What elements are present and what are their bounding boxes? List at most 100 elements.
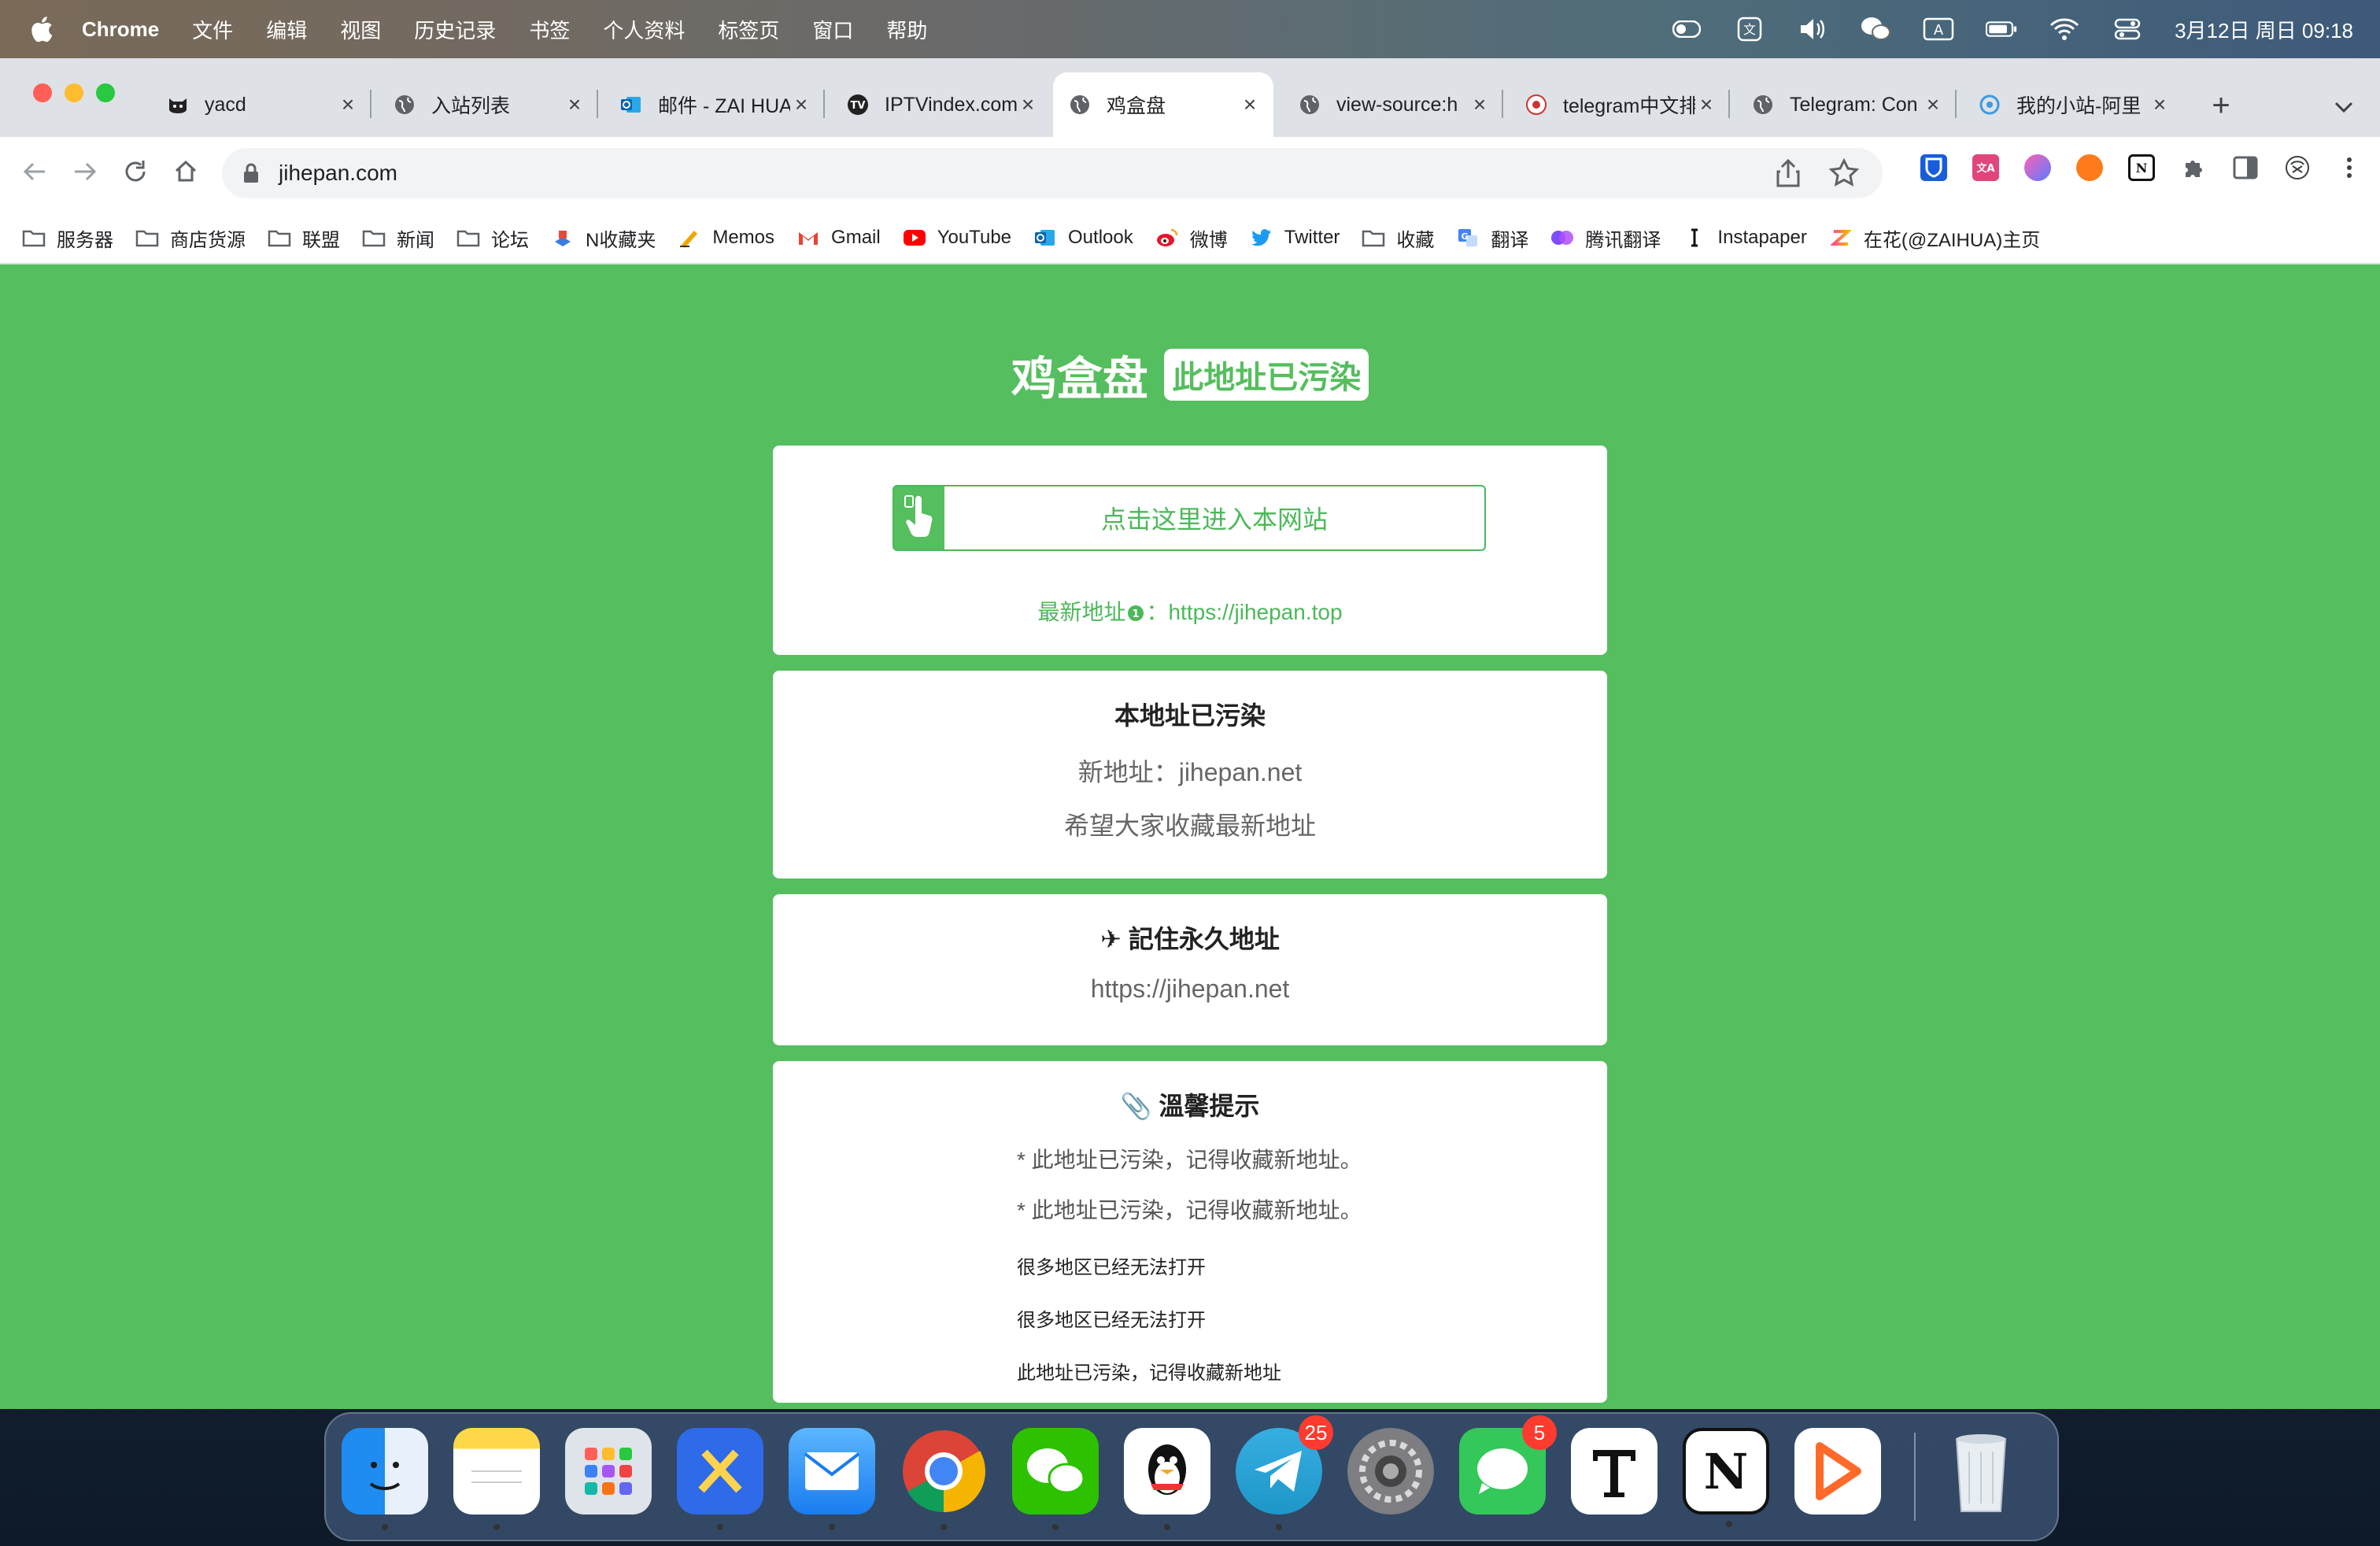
bookmark-star-icon[interactable]	[1829, 157, 1859, 189]
zoom-window-button[interactable]	[96, 83, 115, 102]
toggle-icon[interactable]	[1671, 16, 1702, 43]
side-panel-icon[interactable]	[2232, 154, 2259, 181]
wifi-icon[interactable]	[2049, 16, 2080, 43]
bookmark-zaihua-home[interactable]: 在花(@ZAIHUA)主页	[1829, 224, 2040, 252]
wechat-status-icon[interactable]	[1860, 16, 1891, 43]
tab-title: yacd	[205, 93, 246, 116]
tab-close-icon[interactable]: ×	[1469, 94, 1491, 116]
brain-extension-icon[interactable]	[2024, 154, 2051, 181]
menu-view[interactable]: 视图	[340, 15, 381, 44]
pointer-hand-icon	[894, 486, 944, 549]
bookmark-outlook[interactable]: Outlook	[1033, 227, 1133, 249]
notion-icon[interactable]: N	[1683, 1428, 1769, 1527]
tab-yacd[interactable]: yacd ×	[151, 72, 371, 137]
tab-close-icon[interactable]: ×	[790, 94, 812, 116]
system-settings-icon[interactable]	[1347, 1428, 1434, 1515]
bookmark-n-favorites[interactable]: N收藏夹	[551, 224, 656, 252]
menubar-clock[interactable]: 3月12日 周日 09:18	[2175, 15, 2353, 44]
home-button[interactable]	[168, 154, 203, 189]
tab-view-source[interactable]: view-source:h ×	[1283, 72, 1503, 137]
bookmark-folder-servers[interactable]: 服务器	[22, 224, 113, 252]
wechat-icon[interactable]	[1012, 1428, 1099, 1530]
menu-app-chrome[interactable]: Chrome	[82, 17, 159, 42]
bookmark-label: 微博	[1189, 229, 1228, 251]
tab-inbound-list[interactable]: 入站列表 ×	[378, 72, 598, 137]
permanent-address-url[interactable]: https://jihepan.net	[773, 975, 1607, 1004]
forward-button[interactable]	[68, 154, 102, 189]
tab-close-icon[interactable]: ×	[337, 94, 359, 116]
xcode-tools-icon[interactable]	[677, 1428, 763, 1530]
finder-icon[interactable]	[342, 1428, 428, 1530]
tab-search-chevron-icon[interactable]	[2330, 93, 2358, 121]
menu-history[interactable]: 历史记录	[414, 15, 496, 44]
enter-site-button[interactable]: 点击这里进入本网站	[893, 485, 1486, 551]
bookmark-instapaper[interactable]: Instapaper	[1683, 227, 1807, 249]
tab-my-site[interactable]: 我的小站-阿里 ×	[1963, 72, 2183, 137]
menu-file[interactable]: 文件	[192, 15, 233, 44]
bitwarden-icon[interactable]	[1920, 154, 1947, 181]
translate-extension-icon[interactable]: 文A	[1972, 154, 1999, 181]
battery-icon[interactable]	[1986, 16, 2017, 43]
messages-icon[interactable]: 5	[1459, 1415, 1557, 1515]
tab-iptvindex[interactable]: TV IPTVindex.com ×	[831, 72, 1051, 137]
chrome-menu-icon[interactable]	[2336, 154, 2363, 181]
mail-icon[interactable]	[789, 1428, 875, 1530]
menu-tabs[interactable]: 标签页	[718, 15, 779, 44]
address-bar[interactable]: jihepan.com	[222, 148, 1883, 198]
tab-close-icon[interactable]: ×	[1922, 94, 1944, 116]
control-center-icon[interactable]	[2112, 16, 2143, 43]
tab-separator	[597, 90, 598, 118]
infuse-player-icon[interactable]	[1794, 1428, 1881, 1515]
trash-icon[interactable]	[1938, 1428, 2024, 1515]
bookmark-folder-store[interactable]: 商店货源	[135, 224, 246, 252]
bookmark-folder-news[interactable]: 新闻	[362, 224, 434, 252]
bookmark-translate[interactable]: G 翻译	[1456, 224, 1528, 252]
bookmark-youtube[interactable]: YouTube	[903, 227, 1011, 249]
new-tab-button[interactable]: +	[2204, 88, 2238, 123]
share-icon[interactable]	[1774, 157, 1802, 189]
tab-close-icon[interactable]: ×	[1695, 94, 1717, 116]
bookmark-folder-forum[interactable]: 论坛	[456, 224, 529, 252]
tab-telegram-cn[interactable]: telegram中文排 ×	[1510, 72, 1730, 137]
chrome-icon[interactable]	[900, 1428, 987, 1530]
tab-close-icon[interactable]: ×	[2149, 94, 2171, 116]
menu-window[interactable]: 窗口	[812, 15, 853, 44]
url-text[interactable]: jihepan.com	[279, 161, 397, 186]
input-method-icon[interactable]: A	[1923, 16, 1954, 43]
telegram-icon[interactable]: 25	[1236, 1415, 1333, 1530]
reload-button[interactable]	[118, 154, 153, 189]
fruit-extension-icon[interactable]	[2076, 154, 2103, 181]
bookmark-tencent-translate[interactable]: 腾讯翻译	[1550, 224, 1661, 252]
close-window-button[interactable]	[33, 83, 52, 102]
profile-avatar-icon[interactable]	[2284, 154, 2311, 181]
bookmark-gmail[interactable]: Gmail	[796, 227, 881, 249]
bookmark-memos[interactable]: Memos	[678, 227, 774, 249]
bookmark-twitter[interactable]: Twitter	[1250, 227, 1340, 249]
tab-jihepan-active[interactable]: 鸡盒盘 ×	[1053, 72, 1273, 137]
typora-icon[interactable]	[1571, 1428, 1658, 1515]
menu-profiles[interactable]: 个人资料	[603, 15, 685, 44]
minimize-window-button[interactable]	[65, 83, 83, 102]
menu-bookmarks[interactable]: 书签	[529, 15, 570, 44]
bookmark-folder-favorites[interactable]: 收藏	[1362, 224, 1434, 252]
menu-edit[interactable]: 编辑	[266, 15, 307, 44]
lock-icon[interactable]	[242, 162, 260, 184]
newest-address-link[interactable]: https://jihepan.top	[1168, 600, 1342, 624]
menu-help[interactable]: 帮助	[886, 15, 927, 44]
puzzle-extensions-icon[interactable]	[2180, 154, 2207, 181]
tab-close-icon[interactable]: ×	[1239, 94, 1261, 116]
qq-icon[interactable]	[1124, 1428, 1210, 1530]
tab-close-icon[interactable]: ×	[564, 94, 586, 116]
tab-close-icon[interactable]: ×	[1017, 94, 1039, 116]
notion-extension-icon[interactable]: N	[2128, 154, 2155, 181]
bookmark-weibo[interactable]: 微博	[1155, 224, 1228, 252]
tab-mail[interactable]: 邮件 - ZAI HUA ×	[604, 72, 825, 137]
notes-icon[interactable]	[453, 1428, 540, 1530]
back-button[interactable]	[17, 154, 52, 189]
apple-logo-icon[interactable]	[28, 14, 54, 44]
launchpad-icon[interactable]	[565, 1428, 652, 1515]
tab-telegram-contact[interactable]: Telegram: Con ×	[1736, 72, 1957, 137]
bookmark-folder-alliance[interactable]: 联盟	[268, 224, 340, 252]
volume-icon[interactable]	[1797, 16, 1828, 43]
translate-status-icon[interactable]: 文	[1734, 16, 1765, 43]
